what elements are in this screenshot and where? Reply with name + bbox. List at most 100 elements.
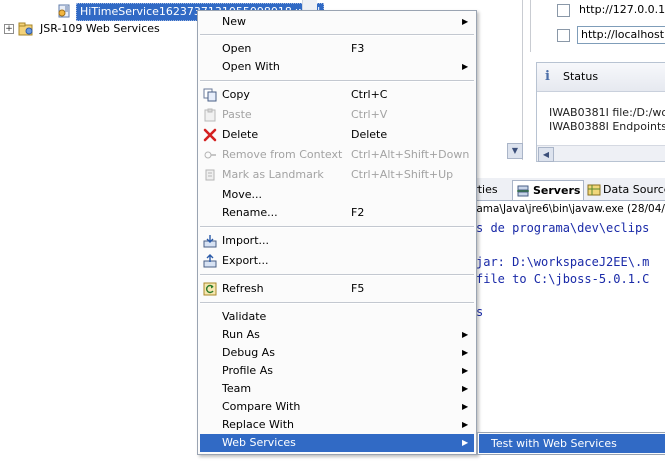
menu-label: Run As [222, 328, 260, 341]
menu-separator [200, 80, 474, 82]
submenu-arrow-icon: ▶ [462, 384, 469, 393]
menu-label: Export... [222, 254, 269, 267]
menu-separator [200, 302, 474, 304]
menu-item-new[interactable]: New ▶ [200, 13, 474, 31]
status-panel: i Status IWAB0381I file:/D:/work IWAB038… [536, 62, 665, 162]
tab-data-source-label: Data Source [603, 183, 665, 196]
menu-item-compare-with[interactable]: Compare With ▶ [200, 398, 474, 416]
menu-item-profile-as[interactable]: Profile As ▶ [200, 362, 474, 380]
delete-icon [203, 128, 217, 142]
menu-label: Copy [222, 88, 250, 101]
menu-item-web-services[interactable]: Web Services ▶ [200, 434, 474, 452]
submenu-arrow-icon: ▶ [462, 17, 469, 26]
menu-label: New [222, 15, 246, 28]
console-line-1: s de programa\dev\eclips [476, 221, 650, 235]
console-process-path: rama\Java\jre6\bin\javaw.exe (28/04/2 [472, 202, 665, 216]
copy-icon [203, 88, 217, 102]
menu-item-mark-as-landmark[interactable]: Mark as Landmark Ctrl+Alt+Shift+Up [200, 166, 474, 184]
menu-shortcut: Ctrl+V [351, 108, 388, 121]
menu-label: Refresh [222, 282, 264, 295]
menu-label: Mark as Landmark [222, 168, 324, 181]
menu-label: Compare With [222, 400, 301, 413]
menu-label: Import... [222, 234, 269, 247]
menu-item-delete[interactable]: Delete Delete [200, 126, 474, 144]
scroll-down-arrow-icon[interactable]: ▼ [507, 143, 523, 159]
menu-item-move[interactable]: Move... [200, 186, 474, 204]
paste-icon [204, 108, 216, 122]
wsdl-file-icon [58, 4, 70, 18]
menu-shortcut: Ctrl+Alt+Shift+Down [351, 148, 470, 161]
refresh-icon [203, 282, 217, 296]
web-services-submenu: Test with Web Services Explorer [477, 432, 665, 469]
menu-item-validate[interactable]: Validate [200, 308, 474, 326]
menu-shortcut: F3 [351, 42, 365, 55]
menu-item-import[interactable]: Import... [200, 232, 474, 250]
submenu-arrow-icon: ▶ [462, 366, 469, 375]
url-item-1[interactable]: http://127.0.0.1:8 [579, 0, 665, 20]
submenu-label: Test with Web Services Explorer [491, 437, 617, 469]
servers-icon [517, 185, 529, 197]
jsr109-label: JSR-109 Web Services [40, 22, 160, 35]
menu-label: Move... [222, 188, 262, 201]
menu-item-run-as[interactable]: Run As ▶ [200, 326, 474, 344]
status-hscrollbar[interactable]: ◀ [537, 145, 665, 162]
menu-label: Web Services [222, 436, 296, 449]
context-menu: New ▶ Open F3 Open With ▶ Copy Ctrl+C Pa… [197, 10, 477, 455]
status-title: Status [563, 70, 599, 83]
menu-separator [200, 34, 474, 36]
submenu-arrow-icon: ▶ [462, 330, 469, 339]
status-line-2: IWAB0388I Endpoints w [549, 120, 665, 133]
menu-item-debug-as[interactable]: Debug As ▶ [200, 344, 474, 362]
view-tab-bar: Properties Servers Data Source [472, 178, 665, 201]
menu-item-team[interactable]: Team ▶ [200, 380, 474, 398]
menu-item-open-with[interactable]: Open With ▶ [200, 58, 474, 76]
tab-properties[interactable]: Properties [472, 180, 510, 200]
tab-servers[interactable]: Servers [512, 180, 584, 200]
remove-context-icon [204, 151, 216, 159]
web-services-folder-icon [18, 22, 33, 36]
tree-scrollbar[interactable] [302, 0, 317, 10]
info-icon: i [545, 69, 550, 84]
menu-label: Validate [222, 310, 267, 323]
console-output: s de programa\dev\eclips jar: D:\workspa… [472, 217, 665, 337]
menu-item-test-with-web-services-explorer[interactable]: Test with Web Services Explorer [479, 434, 665, 469]
scroll-left-arrow-icon[interactable]: ◀ [538, 147, 554, 162]
menu-item-remove-from-context[interactable]: Remove from Context Ctrl+Alt+Shift+Down [200, 146, 474, 164]
import-icon [203, 235, 217, 248]
menu-item-paste[interactable]: Paste Ctrl+V [200, 106, 474, 124]
menu-item-rename[interactable]: Rename... F2 [200, 204, 474, 222]
menu-shortcut: Ctrl+C [351, 88, 388, 101]
console-line-2: jar: D:\workspaceJ2EE\.m [476, 255, 650, 269]
url-item-2[interactable]: http://localhost:18 [577, 26, 665, 44]
menu-shortcut: F2 [351, 206, 365, 219]
menu-separator [200, 274, 474, 276]
menu-label: Delete [222, 128, 259, 141]
tab-servers-label: Servers [533, 184, 581, 197]
console-line-3: file to C:\jboss-5.0.1.C [476, 272, 650, 286]
url-checkbox-1[interactable] [557, 4, 570, 17]
export-icon [203, 254, 217, 268]
expand-icon[interactable]: + [4, 24, 14, 34]
menu-label: Rename... [222, 206, 278, 219]
menu-shortcut: Ctrl+Alt+Shift+Up [351, 168, 454, 181]
status-line-1: IWAB0381I file:/D:/work [549, 106, 665, 119]
submenu-arrow-icon: ▶ [462, 438, 469, 447]
submenu-arrow-icon: ▶ [462, 348, 469, 357]
url-checkbox-2[interactable] [557, 29, 570, 42]
submenu-arrow-icon: ▶ [462, 402, 469, 411]
menu-label: Profile As [222, 364, 273, 377]
menu-item-copy[interactable]: Copy Ctrl+C [200, 86, 474, 104]
editor-area [478, 0, 523, 160]
menu-item-replace-with[interactable]: Replace With ▶ [200, 416, 474, 434]
menu-label: Team [222, 382, 252, 395]
status-header: i Status [537, 63, 665, 92]
menu-item-open[interactable]: Open F3 [200, 40, 474, 58]
menu-item-refresh[interactable]: Refresh F5 [200, 280, 474, 298]
url-list-panel: http://127.0.0.1:8 http://localhost:18 [530, 0, 665, 52]
submenu-arrow-icon: ▶ [462, 420, 469, 429]
menu-item-export[interactable]: Export... [200, 252, 474, 270]
menu-label: Open [222, 42, 252, 55]
menu-label: Replace With [222, 418, 294, 431]
menu-shortcut: F5 [351, 282, 365, 295]
tab-data-source[interactable]: Data Source [585, 180, 665, 200]
